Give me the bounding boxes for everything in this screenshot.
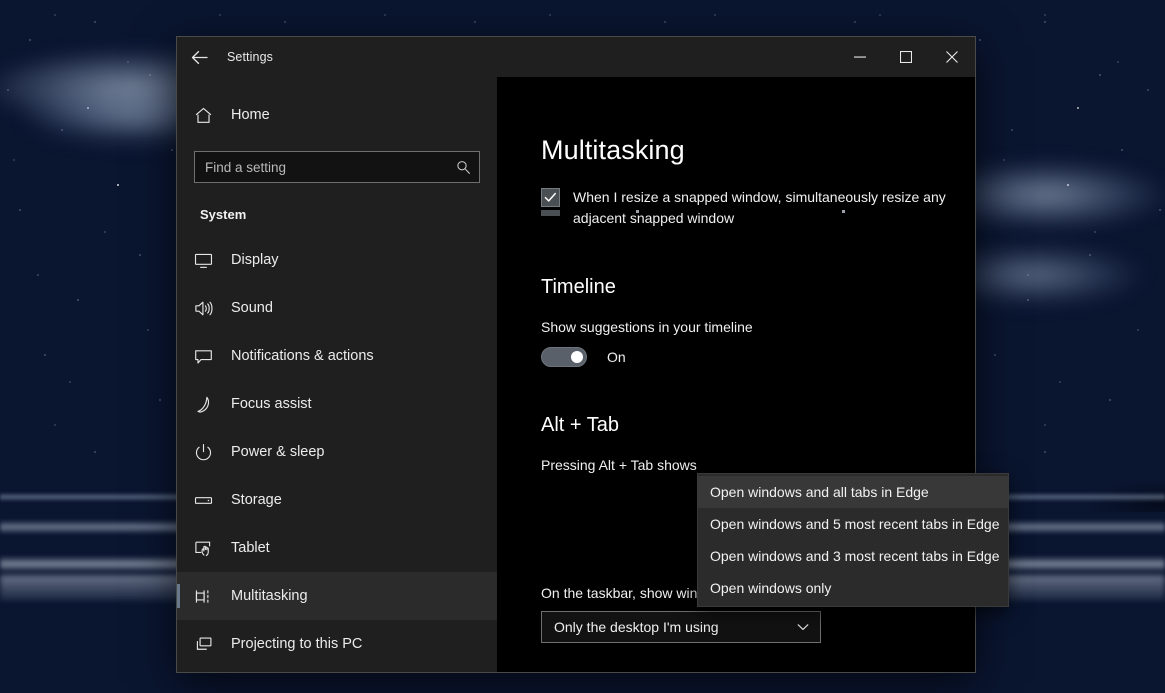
headland-silhouette: [1045, 470, 1165, 512]
sidebar-item-power-sleep-label: Power & sleep: [231, 444, 325, 460]
dropdown-option-2[interactable]: Open windows and 3 most recent tabs in E…: [698, 540, 1008, 572]
alt-tab-dropdown-flyout: Open windows and all tabs in Edge Open w…: [697, 473, 1009, 607]
tablet-icon: [194, 539, 224, 558]
sidebar-item-sound-label: Sound: [231, 300, 273, 316]
sidebar-item-notifications[interactable]: Notifications & actions: [177, 332, 497, 380]
sidebar-item-storage-label: Storage: [231, 492, 282, 508]
sidebar-section-label: System: [200, 207, 497, 222]
close-button[interactable]: [929, 37, 975, 77]
title-bar-left: Settings: [177, 37, 497, 77]
timeline-toggle-state: On: [607, 349, 626, 365]
sidebar-item-tablet-label: Tablet: [231, 540, 270, 556]
sidebar-item-display[interactable]: Display: [177, 236, 497, 284]
dropdown-option-3[interactable]: Open windows only: [698, 572, 1008, 604]
window-controls: [837, 37, 975, 77]
sidebar-item-display-label: Display: [231, 252, 279, 268]
projecting-icon: [194, 635, 224, 654]
settings-window: Settings Ho: [176, 36, 976, 673]
sidebar-item-projecting[interactable]: Projecting to this PC: [177, 620, 497, 668]
minimize-button[interactable]: [837, 37, 883, 77]
scrolled-checkbox-sliver: [541, 210, 560, 216]
back-arrow-icon[interactable]: [177, 37, 221, 77]
power-icon: [194, 443, 224, 462]
sidebar-item-focus-assist-label: Focus assist: [231, 396, 312, 412]
snap-resize-checkbox[interactable]: [541, 188, 560, 207]
timeline-toggle-row: On: [541, 347, 975, 367]
toggle-knob: [571, 351, 583, 363]
alt-tab-section-heading: Alt + Tab: [541, 414, 975, 437]
home-icon: [194, 106, 224, 125]
sidebar-item-multitasking[interactable]: Multitasking: [177, 572, 497, 620]
sidebar-item-power-sleep[interactable]: Power & sleep: [177, 428, 497, 476]
page-title: Multitasking: [541, 135, 975, 166]
chevron-down-icon: [796, 620, 810, 634]
search-input[interactable]: [205, 160, 456, 175]
sidebar-item-focus-assist[interactable]: Focus assist: [177, 380, 497, 428]
search-box[interactable]: [194, 151, 480, 183]
speaker-icon: [194, 299, 224, 318]
sidebar-item-sound[interactable]: Sound: [177, 284, 497, 332]
moon-icon: [194, 395, 224, 414]
sidebar-item-home[interactable]: Home: [177, 94, 497, 136]
multitasking-icon: [194, 587, 224, 606]
sidebar-item-storage[interactable]: Storage: [177, 476, 497, 524]
sidebar-item-projecting-label: Projecting to this PC: [231, 636, 362, 652]
sidebar-item-multitasking-label: Multitasking: [231, 588, 308, 604]
sidebar-nav-list: Display Sound: [177, 236, 497, 668]
app-title: Settings: [227, 50, 273, 64]
monitor-icon: [194, 251, 224, 270]
sidebar: Home System: [177, 77, 497, 672]
snap-resize-checkbox-label: When I resize a snapped window, simultan…: [573, 187, 961, 229]
maximize-button[interactable]: [883, 37, 929, 77]
title-bar: Settings: [177, 37, 975, 77]
taskbar-dropdown-value: Only the desktop I'm using: [554, 619, 796, 635]
timeline-toggle-switch[interactable]: [541, 347, 587, 367]
dropdown-option-0[interactable]: Open windows and all tabs in Edge: [698, 476, 1008, 508]
search-icon[interactable]: [456, 160, 471, 175]
timeline-section-heading: Timeline: [541, 276, 975, 299]
sidebar-item-notifications-label: Notifications & actions: [231, 348, 374, 364]
scrolled-text-descender-1: [636, 210, 639, 213]
dropdown-option-1[interactable]: Open windows and 5 most recent tabs in E…: [698, 508, 1008, 540]
title-bar-drag-region[interactable]: [497, 37, 837, 77]
timeline-toggle-label: Show suggestions in your timeline: [541, 319, 975, 335]
taskbar-dropdown[interactable]: Only the desktop I'm using: [541, 611, 821, 643]
notification-icon: [194, 347, 224, 366]
scrolled-text-descender-2: [842, 210, 845, 213]
snap-resize-checkbox-row[interactable]: When I resize a snapped window, simultan…: [541, 187, 961, 229]
storage-icon: [194, 491, 224, 510]
sidebar-item-tablet[interactable]: Tablet: [177, 524, 497, 572]
scrolled-off-row-sliver: [541, 210, 961, 216]
alt-tab-field-label: Pressing Alt + Tab shows: [541, 457, 975, 473]
sidebar-item-home-label: Home: [231, 107, 270, 123]
